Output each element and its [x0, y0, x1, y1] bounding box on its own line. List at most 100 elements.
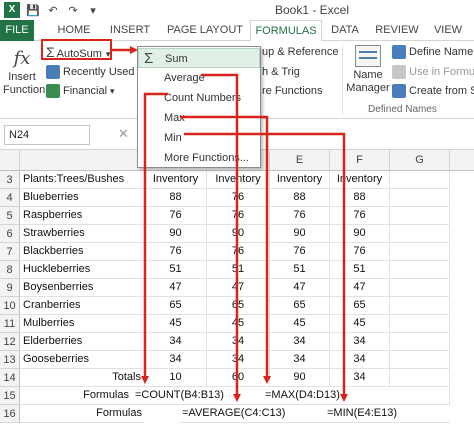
- row-header[interactable]: 8: [0, 261, 20, 279]
- inventory-cell[interactable]: 47: [207, 279, 270, 297]
- tab-insert[interactable]: INSERT: [104, 20, 156, 41]
- header-cell-inventory[interactable]: Inventory: [270, 171, 330, 189]
- inventory-cell[interactable]: 76: [207, 189, 270, 207]
- menu-item-sum[interactable]: Σ Sum: [138, 48, 260, 68]
- plant-name-cell[interactable]: Raspberries: [20, 207, 145, 225]
- inventory-cell[interactable]: 76: [270, 243, 330, 261]
- inventory-cell[interactable]: 65: [330, 297, 390, 315]
- name-box[interactable]: N24: [4, 125, 90, 145]
- empty-cell[interactable]: [390, 261, 450, 279]
- row-header[interactable]: 16: [0, 405, 20, 423]
- row-header[interactable]: 13: [0, 351, 20, 369]
- menu-item-average[interactable]: Average: [138, 68, 260, 88]
- inventory-cell[interactable]: 88: [330, 189, 390, 207]
- inventory-cell[interactable]: 76: [270, 207, 330, 225]
- row-header[interactable]: 15: [0, 387, 20, 405]
- create-from-selection-button[interactable]: Create from Sel: [392, 82, 474, 100]
- menu-item-min[interactable]: Min: [138, 128, 260, 148]
- row-header[interactable]: 12: [0, 333, 20, 351]
- inventory-cell[interactable]: 34: [270, 333, 330, 351]
- row-header[interactable]: 6: [0, 225, 20, 243]
- plant-name-cell[interactable]: Boysenberries: [20, 279, 145, 297]
- plant-name-cell[interactable]: Strawberries: [20, 225, 145, 243]
- tab-page-layout[interactable]: PAGE LAYOUT: [162, 20, 248, 41]
- menu-item-max[interactable]: Max: [138, 108, 260, 128]
- tab-data[interactable]: DATA: [324, 20, 366, 41]
- totals-cell[interactable]: 34: [330, 369, 390, 387]
- formulas-label[interactable]: Formulas: [20, 405, 145, 423]
- totals-label[interactable]: Totals: [20, 369, 145, 387]
- insert-function-button[interactable]: fx Insert Function: [3, 47, 45, 97]
- inventory-cell[interactable]: 76: [145, 207, 207, 225]
- plant-name-cell[interactable]: Blueberries: [20, 189, 145, 207]
- inventory-cell[interactable]: 34: [330, 333, 390, 351]
- inventory-cell[interactable]: 47: [270, 279, 330, 297]
- recently-used-button[interactable]: Recently Used▾: [46, 63, 142, 81]
- empty-cell[interactable]: [390, 171, 450, 189]
- empty-cell[interactable]: [390, 333, 450, 351]
- inventory-cell[interactable]: 65: [207, 297, 270, 315]
- row-header[interactable]: 5: [0, 207, 20, 225]
- tab-file[interactable]: FILE: [0, 20, 34, 41]
- inventory-cell[interactable]: 34: [207, 351, 270, 369]
- row-header[interactable]: 11: [0, 315, 20, 333]
- empty-cell[interactable]: [390, 189, 450, 207]
- header-cell-inventory[interactable]: Inventory: [145, 171, 207, 189]
- column-header-f[interactable]: F: [330, 150, 390, 171]
- inventory-cell[interactable]: 76: [330, 243, 390, 261]
- tab-review[interactable]: REVIEW: [370, 20, 424, 41]
- select-all-corner[interactable]: [0, 150, 20, 171]
- inventory-cell[interactable]: 65: [270, 297, 330, 315]
- menu-item-count-numbers[interactable]: Count Numbers: [138, 88, 260, 108]
- inventory-cell[interactable]: 51: [207, 261, 270, 279]
- plant-name-cell[interactable]: Cranberries: [20, 297, 145, 315]
- math-trig-button[interactable]: h & Trig: [262, 63, 300, 81]
- inventory-cell[interactable]: 88: [270, 189, 330, 207]
- plant-name-cell[interactable]: Gooseberries: [20, 351, 145, 369]
- inventory-cell[interactable]: 34: [270, 351, 330, 369]
- inventory-cell[interactable]: 76: [207, 243, 270, 261]
- row-header[interactable]: 4: [0, 189, 20, 207]
- inventory-cell[interactable]: 88: [145, 189, 207, 207]
- inventory-cell[interactable]: 45: [270, 315, 330, 333]
- inventory-cell[interactable]: 51: [270, 261, 330, 279]
- row-header[interactable]: 7: [0, 243, 20, 261]
- header-cell-inventory[interactable]: Inventory: [330, 171, 390, 189]
- header-cell-inventory[interactable]: Inventory: [207, 171, 270, 189]
- cancel-icon[interactable]: ✕: [118, 126, 129, 142]
- row-header[interactable]: 14: [0, 369, 20, 387]
- row-header[interactable]: 3: [0, 171, 20, 189]
- inventory-cell[interactable]: 76: [145, 243, 207, 261]
- inventory-cell[interactable]: 51: [145, 261, 207, 279]
- empty-cell[interactable]: [390, 225, 450, 243]
- formulas-label[interactable]: Formulas: [20, 387, 132, 405]
- empty-cell[interactable]: [390, 351, 450, 369]
- inventory-cell[interactable]: 34: [145, 351, 207, 369]
- inventory-cell[interactable]: 65: [145, 297, 207, 315]
- column-header-e[interactable]: E: [270, 150, 330, 171]
- plant-name-cell[interactable]: Mulberries: [20, 315, 145, 333]
- empty-cell[interactable]: [390, 279, 450, 297]
- row-header[interactable]: 10: [0, 297, 20, 315]
- inventory-cell[interactable]: 51: [330, 261, 390, 279]
- inventory-cell[interactable]: 47: [145, 279, 207, 297]
- lookup-reference-button[interactable]: up & Reference: [262, 43, 338, 61]
- inventory-cell[interactable]: 90: [207, 225, 270, 243]
- empty-cell[interactable]: [390, 315, 450, 333]
- inventory-cell[interactable]: 34: [145, 333, 207, 351]
- tab-home[interactable]: HOME: [50, 20, 98, 41]
- define-name-button[interactable]: Define Name: [392, 43, 473, 61]
- inventory-cell[interactable]: 76: [207, 207, 270, 225]
- max-formula-cell[interactable]: =MAX(D4:D13): [262, 387, 390, 405]
- inventory-cell[interactable]: 90: [145, 225, 207, 243]
- inventory-cell[interactable]: 45: [207, 315, 270, 333]
- totals-cell[interactable]: 90: [270, 369, 330, 387]
- plant-name-cell[interactable]: Blackberries: [20, 243, 145, 261]
- tab-view[interactable]: VIEW: [428, 20, 468, 41]
- inventory-cell[interactable]: 47: [330, 279, 390, 297]
- row-header[interactable]: 9: [0, 279, 20, 297]
- average-formula-cell[interactable]: =AVERAGE(C4:C13): [179, 405, 324, 423]
- name-manager-button[interactable]: Name Manager: [346, 45, 390, 95]
- header-cell-plants[interactable]: Plants:Trees/Bushes: [20, 171, 145, 189]
- empty-cell[interactable]: [390, 297, 450, 315]
